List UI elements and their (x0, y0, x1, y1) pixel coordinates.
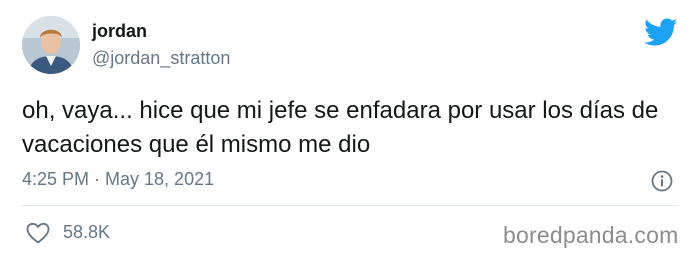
divider (22, 205, 678, 206)
info-icon[interactable] (651, 170, 673, 192)
user-handle[interactable]: @jordan_stratton (92, 48, 230, 69)
tweet-card: jordan @jordan_stratton oh, vaya... hice… (0, 0, 700, 257)
like-count: 58.8K (63, 222, 111, 242)
heart-icon[interactable] (25, 221, 51, 245)
twitter-bird-icon (644, 18, 678, 47)
tweet-timestamp[interactable]: 4:25 PM · May 18, 2021 (22, 169, 214, 190)
watermark: boredpanda.com (503, 222, 679, 248)
display-name[interactable]: jordan (92, 21, 147, 42)
avatar[interactable] (22, 16, 80, 74)
tweet-text: oh, vaya... hice que mi jefe se enfadara… (22, 97, 659, 158)
